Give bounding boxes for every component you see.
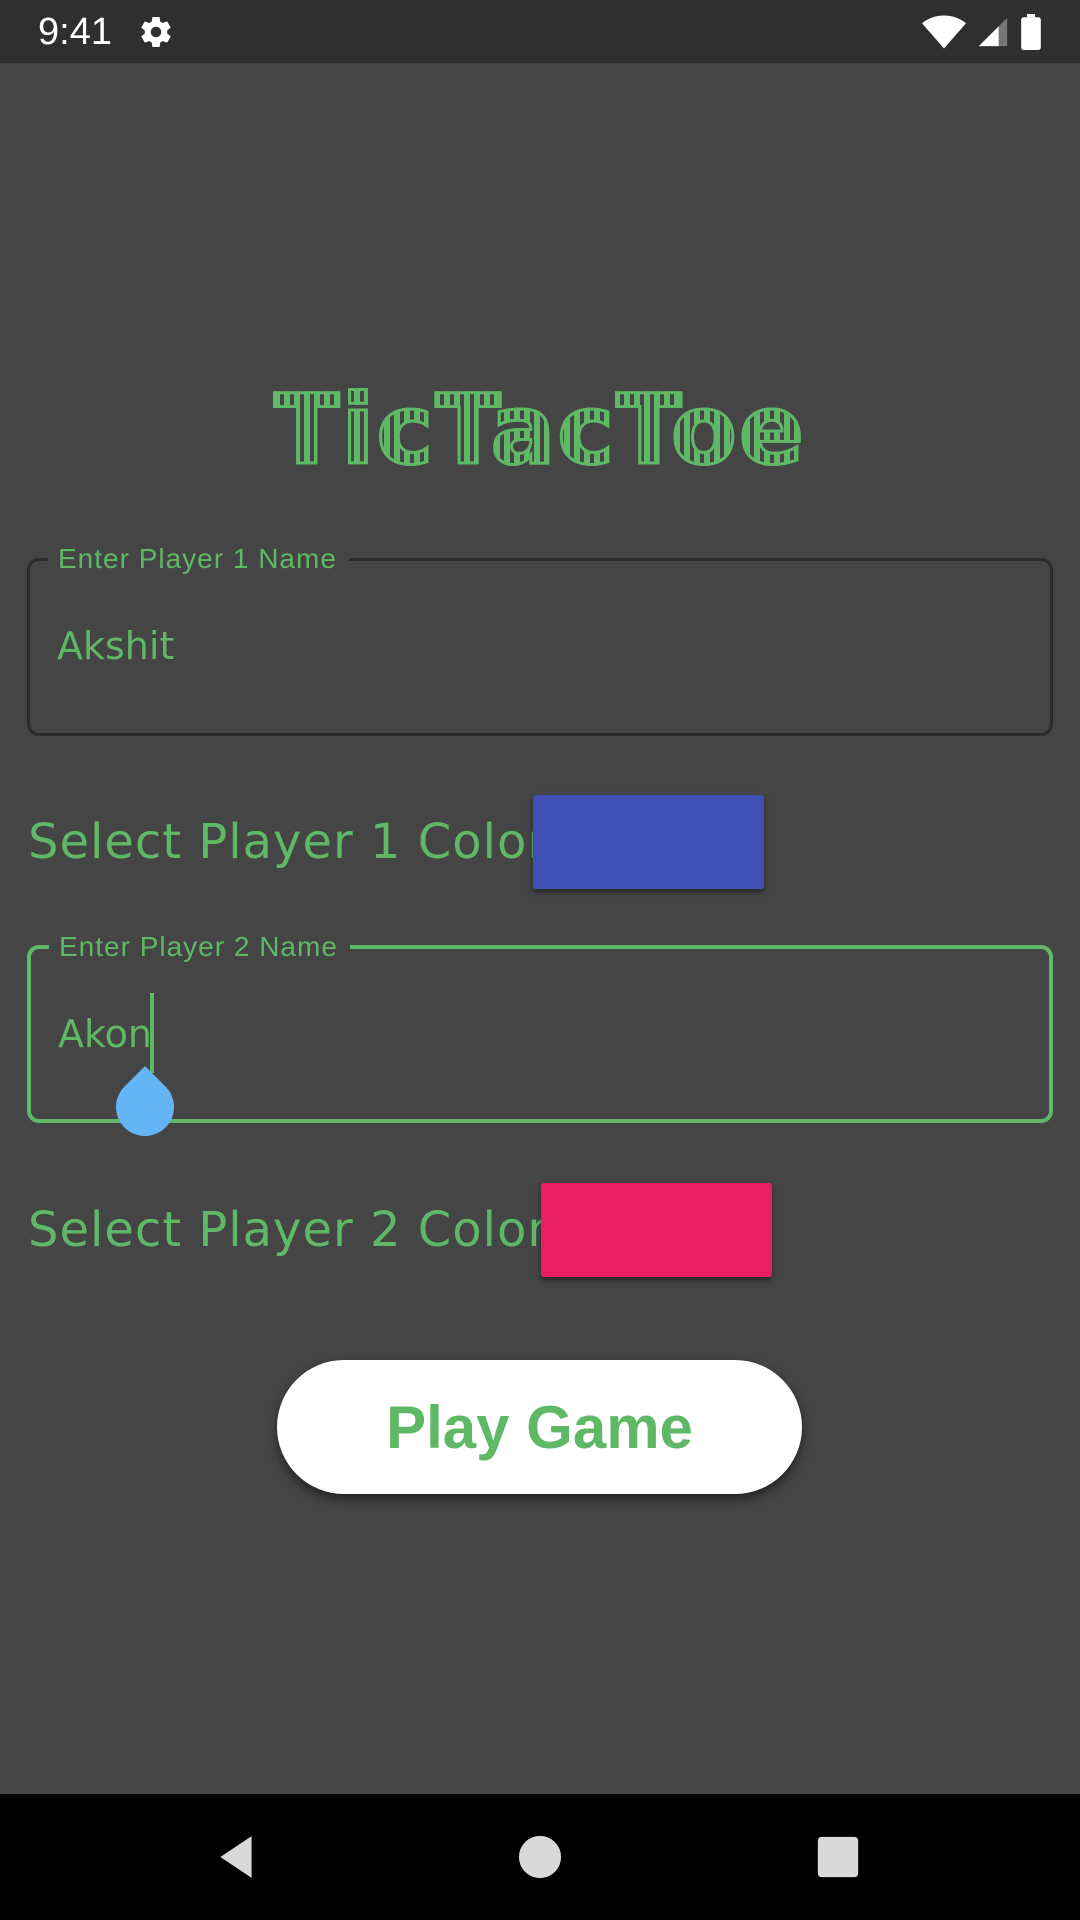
title-container: TicTacToe [0,373,1080,488]
play-game-label: Play Game [386,1393,693,1461]
wifi-icon [922,15,966,49]
gear-icon [141,17,171,48]
player1-name-value[interactable]: Akshit [57,621,174,671]
status-icons [922,12,1042,52]
status-bar: 9:41 [0,0,1080,63]
home-icon [518,1835,562,1879]
player1-name-field[interactable]: Enter Player 1 Name Akshit [27,539,1053,736]
home-button[interactable] [507,1824,573,1890]
player2-name-label: Enter Player 2 Name [49,927,350,967]
recents-icon [817,1836,859,1878]
back-icon [220,1836,252,1878]
play-game-button[interactable]: Play Game [277,1360,802,1494]
status-time: 9:41 [38,11,112,53]
navigation-bar [0,1794,1080,1920]
signal-icon [978,17,1008,47]
text-cursor [150,993,154,1073]
battery-icon [1021,14,1041,50]
player2-color-row: Select Player 2 Color : [28,1180,582,1280]
player2-color-swatch[interactable] [541,1183,772,1277]
screen: 9:41 TicTacToe Enter Player 1 Name Akshi… [0,0,1080,1920]
player2-name-value[interactable]: Akon [58,1009,152,1059]
player1-color-swatch[interactable] [533,795,764,889]
player1-name-label: Enter Player 1 Name [48,539,349,579]
recents-button[interactable] [805,1824,871,1890]
app-title: TicTacToe [273,373,806,488]
player1-color-label: Select Player 1 Color : [28,814,582,870]
player2-name-field[interactable]: Enter Player 2 Name Akon [27,927,1053,1123]
player2-color-label: Select Player 2 Color : [28,1202,582,1258]
player1-color-row: Select Player 1 Color : [28,792,582,892]
back-button[interactable] [204,1824,270,1890]
